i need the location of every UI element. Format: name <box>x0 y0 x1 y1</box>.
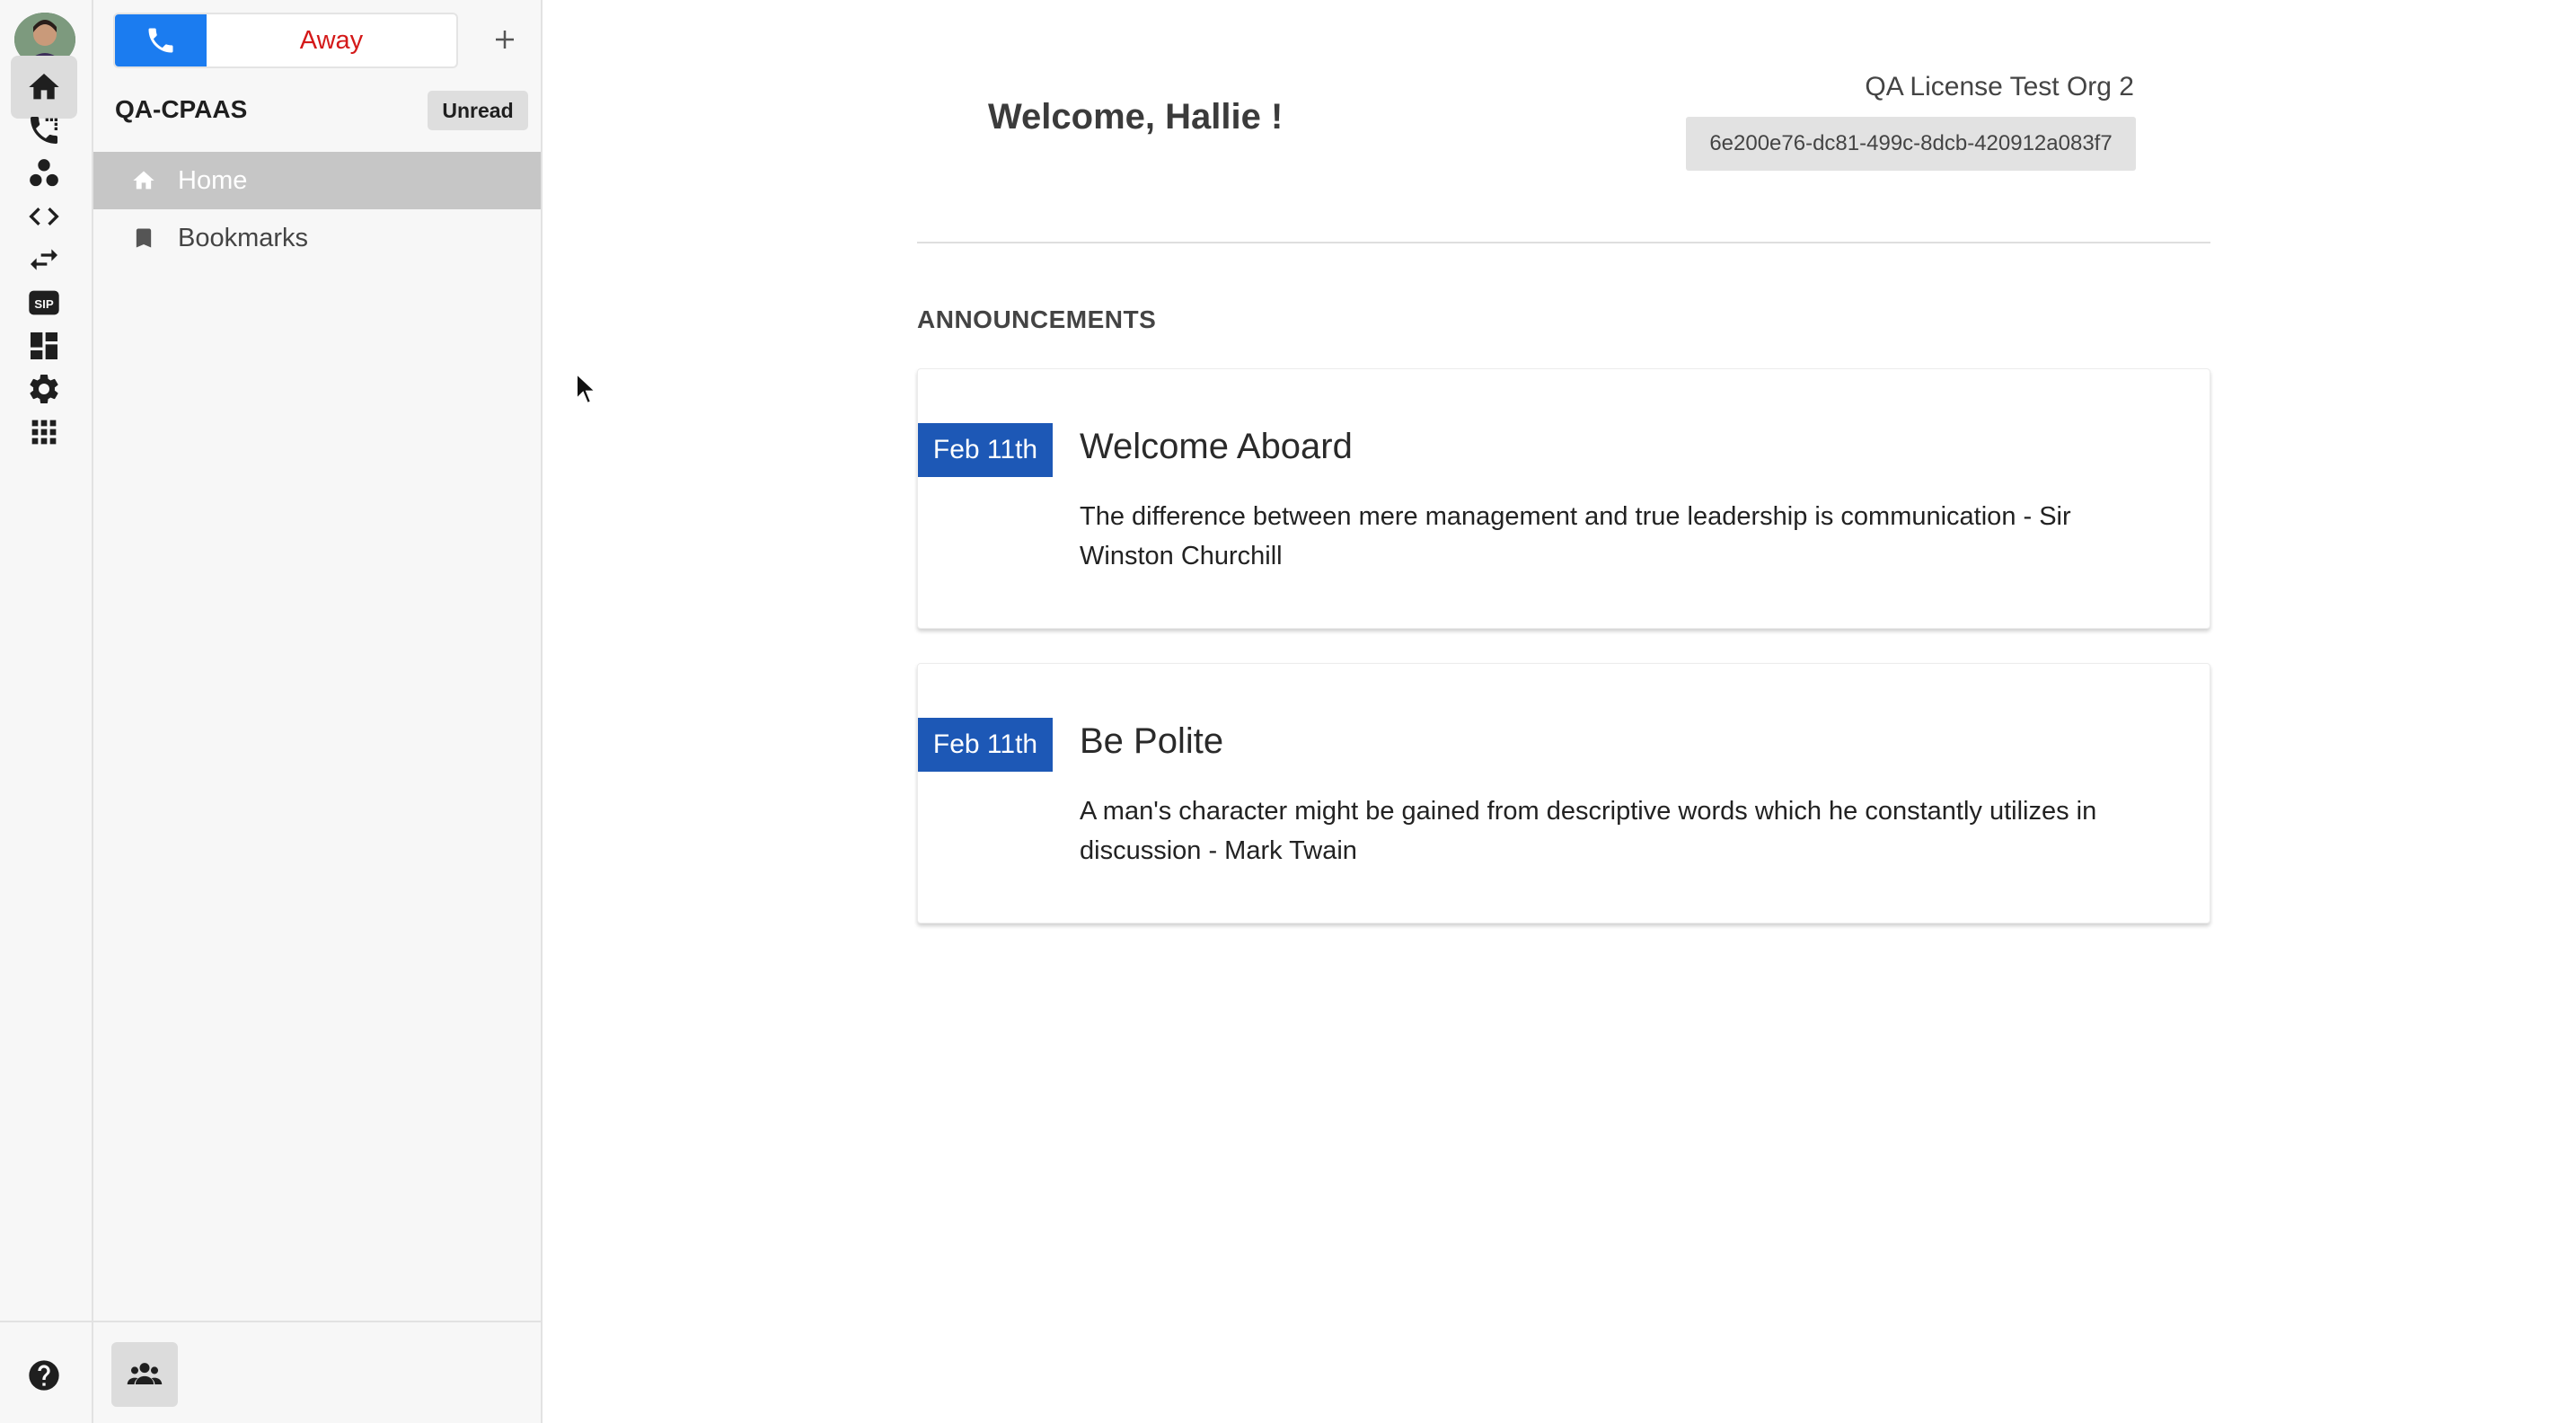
help-icon <box>29 1360 59 1391</box>
announcement-date: Feb 11th <box>918 718 1053 772</box>
nav-item-label: Bookmarks <box>178 223 309 252</box>
nav-item-bookmarks[interactable]: Bookmarks <box>93 209 541 267</box>
people-button[interactable] <box>111 1342 178 1407</box>
group-icon <box>127 1363 163 1384</box>
announcements-heading: ANNOUNCEMENTS <box>917 305 1157 333</box>
bookmark-icon <box>136 228 152 248</box>
org-title: QA License Test Org 2 <box>1865 72 2134 102</box>
plus-icon <box>496 31 514 49</box>
org-id-badge: 6e200e76-dc81-499c-8dcb-420912a083f7 <box>1686 117 2136 171</box>
header-divider <box>917 242 2210 243</box>
welcome-heading: Welcome, Hallie ! <box>988 97 1284 137</box>
phone-status-button[interactable] <box>115 14 207 66</box>
presence-toggle[interactable]: Away <box>113 13 458 68</box>
sidebar-divider <box>93 1321 541 1322</box>
mouse-cursor-icon <box>576 372 598 405</box>
phone-icon <box>148 28 173 53</box>
app-rail: SIP <box>0 0 93 1423</box>
announcement-title: Welcome Aboard <box>1080 427 1353 466</box>
org-name: QA-CPAAS <box>115 95 248 123</box>
home-icon <box>133 171 154 190</box>
announcement-date: Feb 11th <box>918 423 1053 477</box>
nav-item-home[interactable]: Home <box>93 152 541 209</box>
announcement-card: Feb 11th Be Polite A man's character mig… <box>917 663 2210 924</box>
svg-text:SIP: SIP <box>34 297 54 311</box>
channel-sidebar: Away QA-CPAAS Unread Home Bookmarks <box>93 0 543 1423</box>
nav-item-label: Home <box>178 165 248 195</box>
rail-divider <box>0 1321 93 1322</box>
announcement-body: The difference between mere management a… <box>1080 502 2071 570</box>
unread-filter-button[interactable]: Unread <box>428 91 528 130</box>
presence-status-label[interactable]: Away <box>207 14 456 66</box>
add-button[interactable] <box>483 18 526 61</box>
rail-apps-button[interactable] <box>11 401 77 464</box>
announcement-body: A man's character might be gained from d… <box>1080 797 2097 865</box>
help-button[interactable] <box>11 1344 77 1407</box>
announcement-title: Be Polite <box>1080 721 1224 761</box>
grid-icon <box>31 420 57 445</box>
announcement-card: Feb 11th Welcome Aboard The difference b… <box>917 368 2210 629</box>
